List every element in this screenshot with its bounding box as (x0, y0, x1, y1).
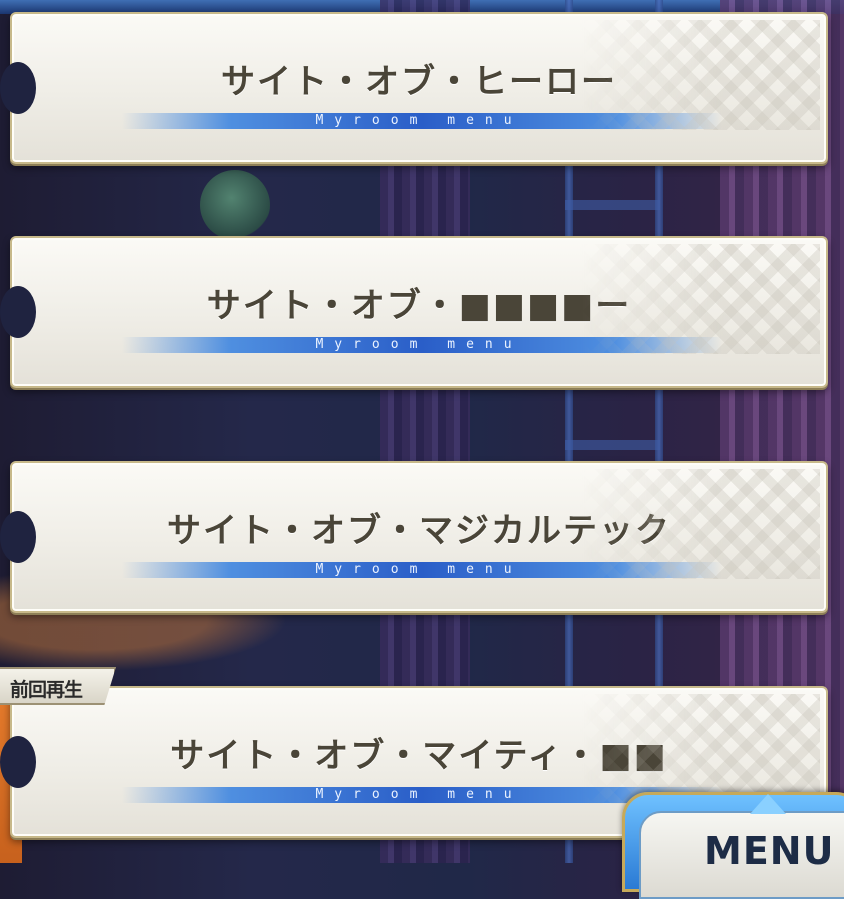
entry-title: サイト・オブ・マイティ・■■ (170, 736, 668, 776)
room-entry-hero[interactable]: サイト・オブ・ヒーロー Myroom menu (0, 12, 828, 164)
triangle-up-icon (750, 794, 786, 814)
entry-title: サイト・オブ・マジカルテック (167, 511, 671, 551)
lamp-decoration (200, 170, 270, 240)
entry-subtitle: Myroom menu (315, 337, 523, 352)
ladder-rung (565, 440, 660, 450)
last-played-label: 前回再生 (10, 679, 83, 701)
ladder-rung (565, 200, 660, 210)
last-played-tag: 前回再生 (0, 667, 116, 705)
entry-subtitle: Myroom menu (315, 562, 523, 577)
entry-title: サイト・オブ・ヒーロー (221, 62, 617, 102)
room-entry-redacted[interactable]: サイト・オブ・■■■■ー Myroom menu (0, 236, 828, 388)
entry-title: サイト・オブ・■■■■ー (206, 286, 632, 326)
menu-button-label: MENU (704, 829, 835, 873)
entry-subtitle: Myroom menu (315, 113, 523, 128)
room-entry-magicaltech[interactable]: サイト・オブ・マジカルテック Myroom menu (0, 461, 828, 613)
